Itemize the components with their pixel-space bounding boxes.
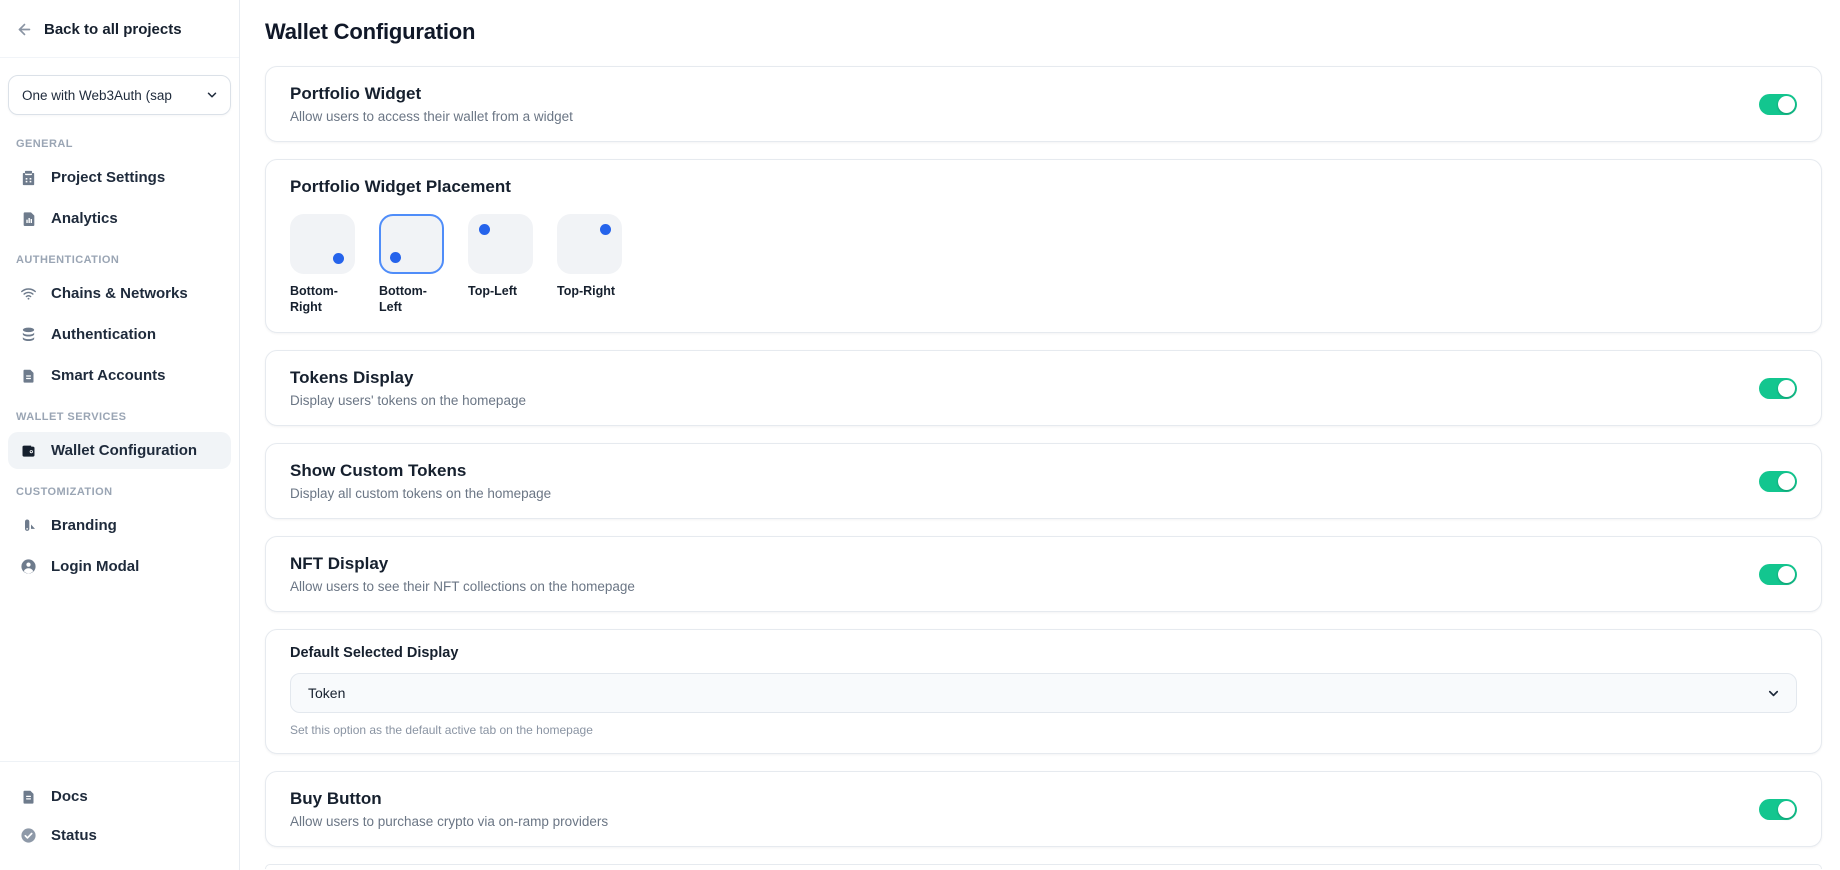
- chevron-down-icon: [1766, 686, 1781, 701]
- back-arrow-icon: [16, 21, 33, 38]
- sidebar-item-analytics[interactable]: Analytics: [8, 200, 231, 237]
- brush-icon: [19, 516, 38, 535]
- page-title: Wallet Configuration: [265, 19, 1822, 45]
- buy-button-toggle[interactable]: [1759, 799, 1797, 820]
- sidebar-item-label: Wallet Configuration: [51, 442, 197, 459]
- back-label: Back to all projects: [44, 21, 182, 38]
- toggle-knob: [1778, 473, 1795, 490]
- show-custom-tokens-card: Show Custom Tokens Display all custom to…: [265, 443, 1822, 519]
- user-circle-icon: [19, 557, 38, 576]
- tokens-display-card: Tokens Display Display users' tokens on …: [265, 350, 1822, 426]
- placement-tile: [468, 214, 533, 274]
- sidebar: Back to all projects One with Web3Auth (…: [0, 0, 240, 870]
- clipboard-icon: [19, 168, 38, 187]
- sidebar-item-label: Authentication: [51, 326, 156, 343]
- toggle-knob: [1778, 96, 1795, 113]
- sidebar-item-label: Smart Accounts: [51, 367, 165, 384]
- section-label-authentication: AUTHENTICATION: [0, 239, 239, 273]
- placement-dot-icon: [390, 252, 401, 263]
- sidebar-item-label: Chains & Networks: [51, 285, 188, 302]
- placement-label: Bottom-Right: [290, 283, 356, 315]
- nft-display-toggle[interactable]: [1759, 564, 1797, 585]
- wallet-icon: [19, 441, 38, 460]
- sidebar-divider: [0, 57, 239, 58]
- wifi-icon: [19, 284, 38, 303]
- file-icon: [19, 366, 38, 385]
- card-description: Allow users to access their wallet from …: [290, 109, 573, 124]
- section-label-customization: CUSTOMIZATION: [0, 471, 239, 505]
- card-title: NFT Display: [290, 554, 635, 574]
- nft-display-card: NFT Display Allow users to see their NFT…: [265, 536, 1822, 612]
- portfolio-widget-placement-card: Portfolio Widget Placement Bottom-Right …: [265, 159, 1822, 333]
- project-selector-value: One with Web3Auth (sap: [22, 88, 190, 103]
- default-display-select[interactable]: Token: [290, 673, 1797, 713]
- sidebar-item-status[interactable]: Status: [8, 817, 231, 854]
- doc-icon: [19, 787, 38, 806]
- card-title: Show Custom Tokens: [290, 461, 551, 481]
- placement-tile: [290, 214, 355, 274]
- sidebar-item-login-modal[interactable]: Login Modal: [8, 548, 231, 585]
- placement-option-top-right[interactable]: Top-Right: [557, 214, 623, 315]
- portfolio-widget-card: Portfolio Widget Allow users to access t…: [265, 66, 1822, 142]
- section-label-wallet-services: WALLET SERVICES: [0, 396, 239, 430]
- project-selector[interactable]: One with Web3Auth (sap: [8, 75, 231, 115]
- placement-label: Bottom-Left: [379, 283, 445, 315]
- card-description: Display users' tokens on the homepage: [290, 393, 526, 408]
- card-description: Display all custom tokens on the homepag…: [290, 486, 551, 501]
- sidebar-item-chains-networks[interactable]: Chains & Networks: [8, 275, 231, 312]
- placement-tile-selected: [379, 214, 444, 274]
- buy-button-card: Buy Button Allow users to purchase crypt…: [265, 771, 1822, 847]
- placement-options: Bottom-Right Bottom-Left Top-Left Top-Ri…: [290, 214, 1797, 315]
- check-circle-icon: [19, 826, 38, 845]
- placement-dot-icon: [479, 224, 490, 235]
- placement-tile: [557, 214, 622, 274]
- chart-doc-icon: [19, 209, 38, 228]
- default-selected-display-card: Default Selected Display Token Set this …: [265, 629, 1822, 754]
- sidebar-item-wallet-configuration[interactable]: Wallet Configuration: [8, 432, 231, 469]
- toggle-knob: [1778, 380, 1795, 397]
- sidebar-item-label: Project Settings: [51, 169, 165, 186]
- next-card-partial: [265, 864, 1822, 869]
- card-title: Tokens Display: [290, 368, 526, 388]
- select-value: Token: [308, 685, 345, 701]
- back-to-projects-link[interactable]: Back to all projects: [0, 0, 239, 57]
- sidebar-item-label: Docs: [51, 788, 88, 805]
- main-content: Wallet Configuration Portfolio Widget Al…: [240, 0, 1840, 869]
- sidebar-item-label: Login Modal: [51, 558, 139, 575]
- sidebar-item-docs[interactable]: Docs: [8, 778, 231, 815]
- show-custom-tokens-toggle[interactable]: [1759, 471, 1797, 492]
- placement-label: Top-Right: [557, 283, 623, 299]
- card-title: Portfolio Widget Placement: [290, 177, 1797, 197]
- card-description: Allow users to purchase crypto via on-ra…: [290, 814, 608, 829]
- field-helper-text: Set this option as the default active ta…: [290, 723, 1797, 737]
- tokens-display-toggle[interactable]: [1759, 378, 1797, 399]
- sidebar-item-project-settings[interactable]: Project Settings: [8, 159, 231, 196]
- sidebar-item-label: Analytics: [51, 210, 118, 227]
- card-title: Buy Button: [290, 789, 608, 809]
- card-description: Allow users to see their NFT collections…: [290, 579, 635, 594]
- sidebar-footer: Docs Status: [0, 761, 239, 870]
- card-title: Portfolio Widget: [290, 84, 573, 104]
- placement-option-bottom-right[interactable]: Bottom-Right: [290, 214, 356, 315]
- placement-label: Top-Left: [468, 283, 534, 299]
- database-icon: [19, 325, 38, 344]
- sidebar-item-label: Branding: [51, 517, 117, 534]
- sidebar-item-smart-accounts[interactable]: Smart Accounts: [8, 357, 231, 394]
- sidebar-item-authentication[interactable]: Authentication: [8, 316, 231, 353]
- placement-option-top-left[interactable]: Top-Left: [468, 214, 534, 315]
- toggle-knob: [1778, 566, 1795, 583]
- toggle-knob: [1778, 801, 1795, 818]
- portfolio-widget-toggle[interactable]: [1759, 94, 1797, 115]
- sidebar-item-branding[interactable]: Branding: [8, 507, 231, 544]
- chevron-down-icon: [205, 88, 219, 102]
- placement-option-bottom-left[interactable]: Bottom-Left: [379, 214, 445, 315]
- section-label-general: GENERAL: [0, 123, 239, 157]
- field-label: Default Selected Display: [290, 645, 1797, 661]
- sidebar-item-label: Status: [51, 827, 97, 844]
- placement-dot-icon: [600, 224, 611, 235]
- placement-dot-icon: [333, 253, 344, 264]
